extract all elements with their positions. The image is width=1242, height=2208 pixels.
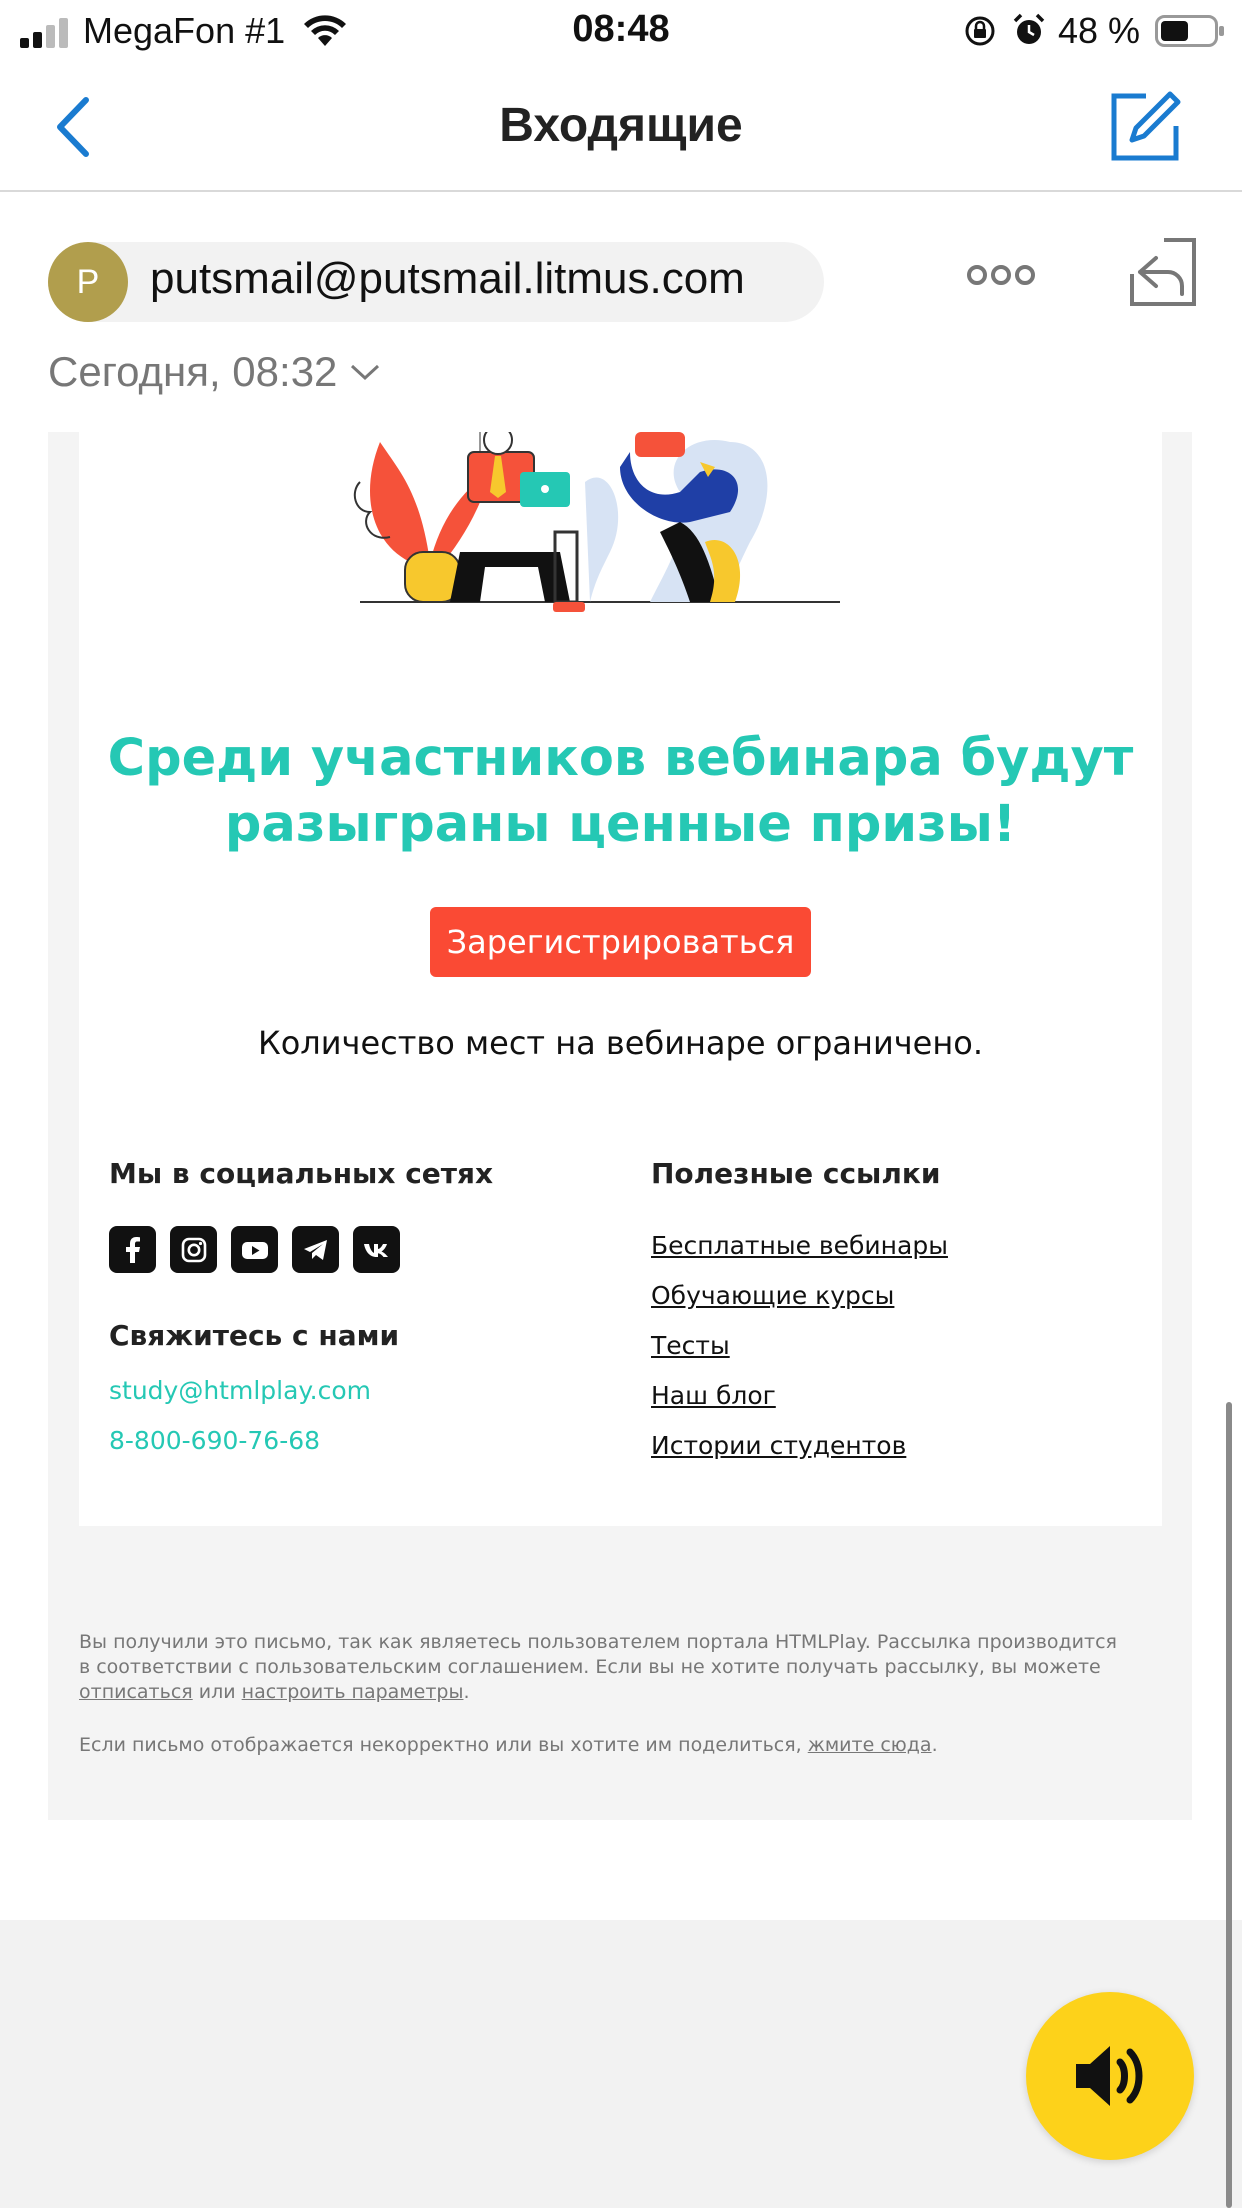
back-chevron-icon[interactable] [50, 92, 100, 162]
headline-line-2: разыграны ценные призы! [224, 795, 1017, 854]
link-tests[interactable]: Тесты [651, 1328, 948, 1378]
message-date[interactable]: Сегодня, 08:32 [48, 348, 381, 396]
link-courses[interactable]: Обучающие курсы [651, 1278, 948, 1328]
sender-email[interactable]: putsmail@putsmail.litmus.com [150, 254, 745, 304]
battery-percentage: 48 % [1058, 10, 1141, 51]
navigation-bar: Входящие [0, 62, 1242, 192]
footer-share-notice: Если письмо отображается некорректно или… [79, 1734, 938, 1756]
signal-strength-icon [20, 18, 68, 48]
reply-icon[interactable] [1128, 236, 1198, 308]
more-options-icon[interactable] [966, 260, 1036, 290]
register-button[interactable]: Зарегистрироваться [430, 907, 811, 977]
footer-line-2: в соответствии с пользовательским соглаш… [79, 1656, 1101, 1678]
footer-notice: Вы получили это письмо, так как являетес… [79, 1630, 1129, 1705]
avatar: P [48, 242, 128, 322]
webinar-illustration [353, 432, 840, 612]
message-date-text: Сегодня, 08:32 [48, 348, 338, 395]
headline-line-1: Среди участников вебинара будут [107, 729, 1134, 788]
compose-icon[interactable] [1110, 90, 1182, 162]
footer-line-3: отписаться или настроить параметры. [79, 1681, 470, 1703]
telegram-icon[interactable] [292, 1226, 339, 1273]
useful-links-title: Полезные ссылки [651, 1157, 941, 1190]
social-title: Мы в социальных сетях [109, 1157, 494, 1190]
footer-share-text: Если письмо отображается некорректно или… [79, 1734, 802, 1756]
read-aloud-button[interactable] [1026, 1992, 1194, 2160]
link-free-webinars[interactable]: Бесплатные вебинары [651, 1228, 948, 1278]
link-student-stories[interactable]: Истории студентов [651, 1428, 948, 1478]
contact-phone-link[interactable]: 8-800-690-76-68 [109, 1426, 320, 1455]
footer-line-1: Вы получили это письмо, так как являетес… [79, 1631, 1117, 1653]
contact-title: Свяжитесь с нами [109, 1319, 400, 1352]
speaker-icon [1076, 2046, 1143, 2106]
footer-or: или [198, 1681, 236, 1703]
battery-icon [1155, 15, 1224, 47]
social-icons [109, 1226, 400, 1273]
status-bar: MegaFon #1 08:48 48 % [0, 0, 1242, 62]
settings-link[interactable]: настроить параметры [242, 1681, 464, 1703]
unsubscribe-link[interactable]: отписаться [79, 1681, 193, 1703]
contact-email-link[interactable]: study@htmlplay.com [109, 1376, 371, 1405]
instagram-icon[interactable] [170, 1226, 217, 1273]
email-headline: Среди участников вебинара будут разыгран… [79, 726, 1162, 858]
useful-links-list: Бесплатные вебинары Обучающие курсы Тест… [651, 1228, 948, 1478]
click-here-link[interactable]: жмите сюда [808, 1734, 932, 1756]
youtube-icon[interactable] [231, 1226, 278, 1273]
scrollbar[interactable] [1226, 1402, 1232, 2208]
chevron-down-icon [351, 364, 380, 381]
orientation-lock-icon [965, 16, 995, 46]
link-blog[interactable]: Наш блог [651, 1378, 948, 1428]
limited-seats-text: Количество мест на вебинаре ограничено. [258, 1024, 983, 1062]
vk-icon[interactable] [353, 1226, 400, 1273]
alarm-icon [1013, 13, 1045, 44]
facebook-icon[interactable] [109, 1226, 156, 1273]
carrier-name: MegaFon #1 [83, 10, 286, 51]
page-title: Входящие [499, 99, 743, 152]
wifi-icon [304, 15, 346, 46]
